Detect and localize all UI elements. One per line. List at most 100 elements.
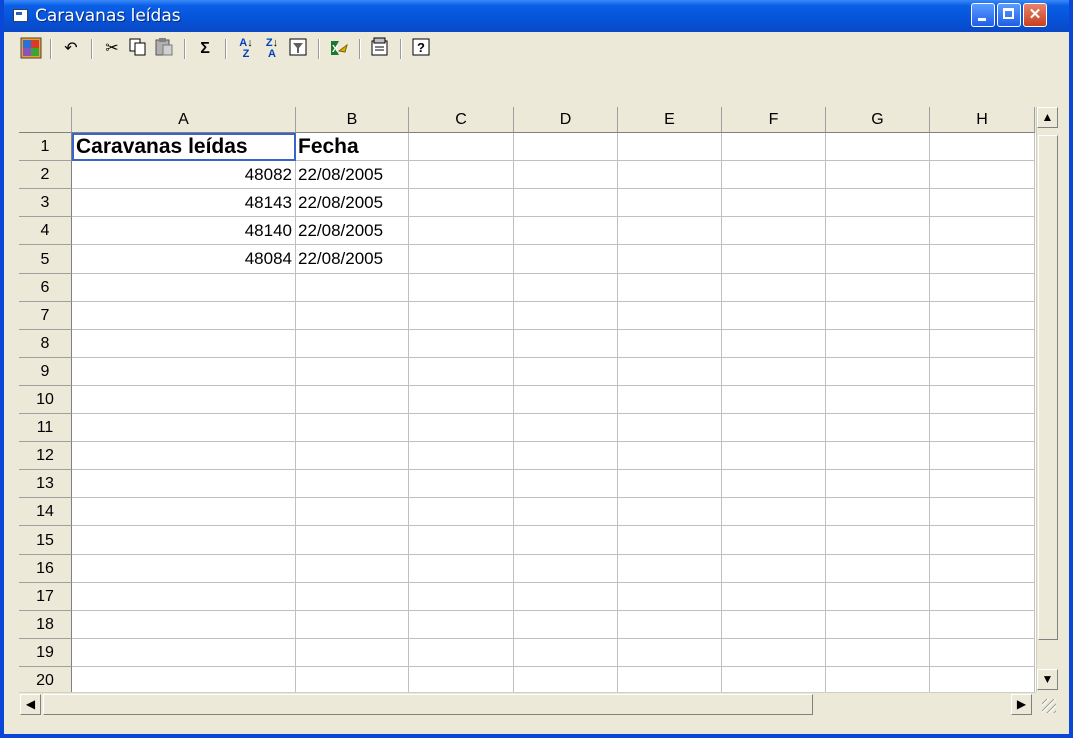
- row-header-3[interactable]: 3: [19, 189, 72, 217]
- cell-h16[interactable]: [930, 555, 1035, 583]
- cell-g13[interactable]: [826, 470, 930, 498]
- autofilter-button[interactable]: [286, 37, 310, 61]
- cell-e13[interactable]: [618, 470, 722, 498]
- column-header-d[interactable]: D: [514, 107, 618, 133]
- close-button[interactable]: ✕: [1023, 3, 1047, 27]
- cell-h3[interactable]: [930, 189, 1035, 217]
- cell-g10[interactable]: [826, 386, 930, 414]
- cell-a9[interactable]: [72, 358, 296, 386]
- cell-h12[interactable]: [930, 442, 1035, 470]
- cell-a20[interactable]: [72, 667, 296, 692]
- cell-b19[interactable]: [296, 639, 409, 667]
- row-header-10[interactable]: 10: [19, 386, 72, 414]
- cell-b4[interactable]: 22/08/2005: [296, 217, 409, 245]
- cell-d12[interactable]: [514, 442, 618, 470]
- cell-f18[interactable]: [722, 611, 826, 639]
- cell-h4[interactable]: [930, 217, 1035, 245]
- cell-b3[interactable]: 22/08/2005: [296, 189, 409, 217]
- cell-g5[interactable]: [826, 245, 930, 274]
- cell-b11[interactable]: [296, 414, 409, 442]
- row-header-2[interactable]: 2: [19, 161, 72, 189]
- cell-c10[interactable]: [409, 386, 514, 414]
- cell-b7[interactable]: [296, 302, 409, 330]
- sort-descending-button[interactable]: Z↓ A: [260, 37, 284, 62]
- cell-f3[interactable]: [722, 189, 826, 217]
- row-header-15[interactable]: 15: [19, 526, 72, 555]
- cell-a18[interactable]: [72, 611, 296, 639]
- row-header-4[interactable]: 4: [19, 217, 72, 245]
- cell-c5[interactable]: [409, 245, 514, 274]
- cell-f14[interactable]: [722, 498, 826, 526]
- cell-d11[interactable]: [514, 414, 618, 442]
- cell-g19[interactable]: [826, 639, 930, 667]
- row-header-19[interactable]: 19: [19, 639, 72, 667]
- cell-h17[interactable]: [930, 583, 1035, 611]
- cell-h14[interactable]: [930, 498, 1035, 526]
- cell-g2[interactable]: [826, 161, 930, 189]
- cell-f15[interactable]: [722, 526, 826, 555]
- cell-e18[interactable]: [618, 611, 722, 639]
- cell-f4[interactable]: [722, 217, 826, 245]
- vertical-scroll-thumb[interactable]: [1038, 135, 1058, 640]
- cell-h5[interactable]: [930, 245, 1035, 274]
- cell-g18[interactable]: [826, 611, 930, 639]
- row-header-8[interactable]: 8: [19, 330, 72, 358]
- cell-f19[interactable]: [722, 639, 826, 667]
- cell-h13[interactable]: [930, 470, 1035, 498]
- resize-grip-icon[interactable]: [1036, 692, 1059, 716]
- cell-e3[interactable]: [618, 189, 722, 217]
- cell-g9[interactable]: [826, 358, 930, 386]
- cell-g14[interactable]: [826, 498, 930, 526]
- cell-d8[interactable]: [514, 330, 618, 358]
- cell-g11[interactable]: [826, 414, 930, 442]
- row-header-16[interactable]: 16: [19, 555, 72, 583]
- scroll-up-button[interactable]: ▲: [1037, 107, 1058, 128]
- cell-a14[interactable]: [72, 498, 296, 526]
- cell-h9[interactable]: [930, 358, 1035, 386]
- cell-c3[interactable]: [409, 189, 514, 217]
- cell-c1[interactable]: [409, 133, 514, 161]
- copy-button[interactable]: [126, 37, 150, 61]
- row-header-6[interactable]: 6: [19, 274, 72, 302]
- cell-c17[interactable]: [409, 583, 514, 611]
- cell-d3[interactable]: [514, 189, 618, 217]
- row-header-14[interactable]: 14: [19, 498, 72, 526]
- cell-f16[interactable]: [722, 555, 826, 583]
- row-header-13[interactable]: 13: [19, 470, 72, 498]
- cell-f17[interactable]: [722, 583, 826, 611]
- cell-d10[interactable]: [514, 386, 618, 414]
- autosum-button[interactable]: Σ: [193, 37, 217, 61]
- cell-c18[interactable]: [409, 611, 514, 639]
- title-bar[interactable]: Caravanas leídas ✕: [4, 0, 1069, 32]
- cell-e17[interactable]: [618, 583, 722, 611]
- cell-f13[interactable]: [722, 470, 826, 498]
- cell-b5[interactable]: 22/08/2005: [296, 245, 409, 274]
- cell-g16[interactable]: [826, 555, 930, 583]
- cell-g4[interactable]: [826, 217, 930, 245]
- cell-f10[interactable]: [722, 386, 826, 414]
- cell-e12[interactable]: [618, 442, 722, 470]
- cell-d20[interactable]: [514, 667, 618, 692]
- cell-d13[interactable]: [514, 470, 618, 498]
- cell-d18[interactable]: [514, 611, 618, 639]
- cell-a19[interactable]: [72, 639, 296, 667]
- cell-f5[interactable]: [722, 245, 826, 274]
- cell-d15[interactable]: [514, 526, 618, 555]
- cell-d6[interactable]: [514, 274, 618, 302]
- cell-h20[interactable]: [930, 667, 1035, 692]
- cell-f1[interactable]: [722, 133, 826, 161]
- cell-e8[interactable]: [618, 330, 722, 358]
- cell-a10[interactable]: [72, 386, 296, 414]
- cell-b18[interactable]: [296, 611, 409, 639]
- cell-d4[interactable]: [514, 217, 618, 245]
- select-all-corner[interactable]: [19, 107, 72, 133]
- help-button[interactable]: ?: [409, 37, 433, 61]
- scroll-right-button[interactable]: ▶: [1011, 694, 1032, 715]
- cell-c16[interactable]: [409, 555, 514, 583]
- row-header-12[interactable]: 12: [19, 442, 72, 470]
- column-header-e[interactable]: E: [618, 107, 722, 133]
- cell-a17[interactable]: [72, 583, 296, 611]
- cell-g3[interactable]: [826, 189, 930, 217]
- cell-f7[interactable]: [722, 302, 826, 330]
- cell-d14[interactable]: [514, 498, 618, 526]
